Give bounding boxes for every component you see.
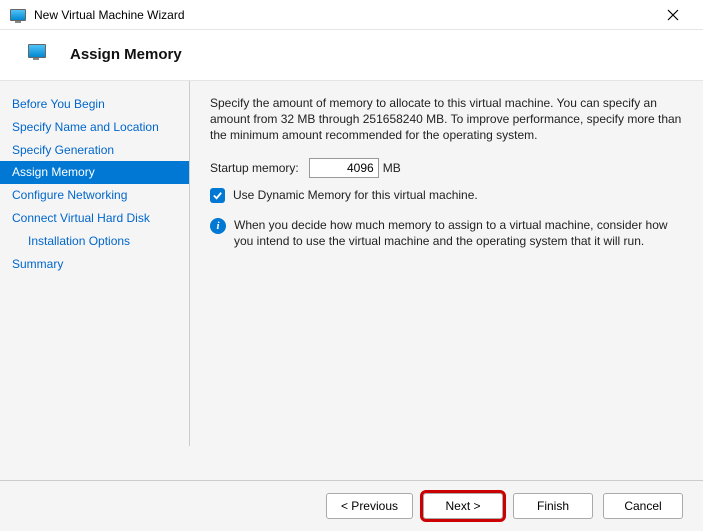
startup-memory-row: Startup memory: MB [210,158,685,178]
content-pane: Specify the amount of memory to allocate… [190,81,703,446]
titlebar: New Virtual Machine Wizard [0,0,703,30]
sidebar-item-before-you-begin[interactable]: Before You Begin [0,93,189,116]
info-icon: i [210,218,226,234]
wizard-header-icon [28,44,48,64]
sidebar-item-configure-networking[interactable]: Configure Networking [0,184,189,207]
dynamic-memory-checkbox[interactable] [210,188,225,203]
sidebar: Before You Begin Specify Name and Locati… [0,81,190,446]
next-button[interactable]: Next > [423,493,503,519]
sidebar-item-specify-name[interactable]: Specify Name and Location [0,116,189,139]
startup-memory-unit: MB [383,161,401,175]
info-text: When you decide how much memory to assig… [234,217,685,249]
startup-memory-label: Startup memory: [210,161,299,175]
description-text: Specify the amount of memory to allocate… [210,95,685,144]
page-title: Assign Memory [70,46,182,63]
startup-memory-input[interactable] [309,158,379,178]
footer: < Previous Next > Finish Cancel [0,480,703,531]
dynamic-memory-row: Use Dynamic Memory for this virtual mach… [210,188,685,203]
cancel-button[interactable]: Cancel [603,493,683,519]
sidebar-item-summary[interactable]: Summary [0,253,189,276]
sidebar-item-installation-options[interactable]: Installation Options [0,230,189,253]
close-button[interactable] [653,0,693,30]
window-title: New Virtual Machine Wizard [34,8,185,22]
previous-button[interactable]: < Previous [326,493,413,519]
sidebar-item-specify-generation[interactable]: Specify Generation [0,139,189,162]
header: Assign Memory [0,30,703,81]
finish-button[interactable]: Finish [513,493,593,519]
info-box: i When you decide how much memory to ass… [210,217,685,249]
sidebar-item-assign-memory[interactable]: Assign Memory [0,161,189,184]
wizard-icon [10,7,26,23]
sidebar-item-connect-vhd[interactable]: Connect Virtual Hard Disk [0,207,189,230]
dynamic-memory-label: Use Dynamic Memory for this virtual mach… [233,188,478,202]
